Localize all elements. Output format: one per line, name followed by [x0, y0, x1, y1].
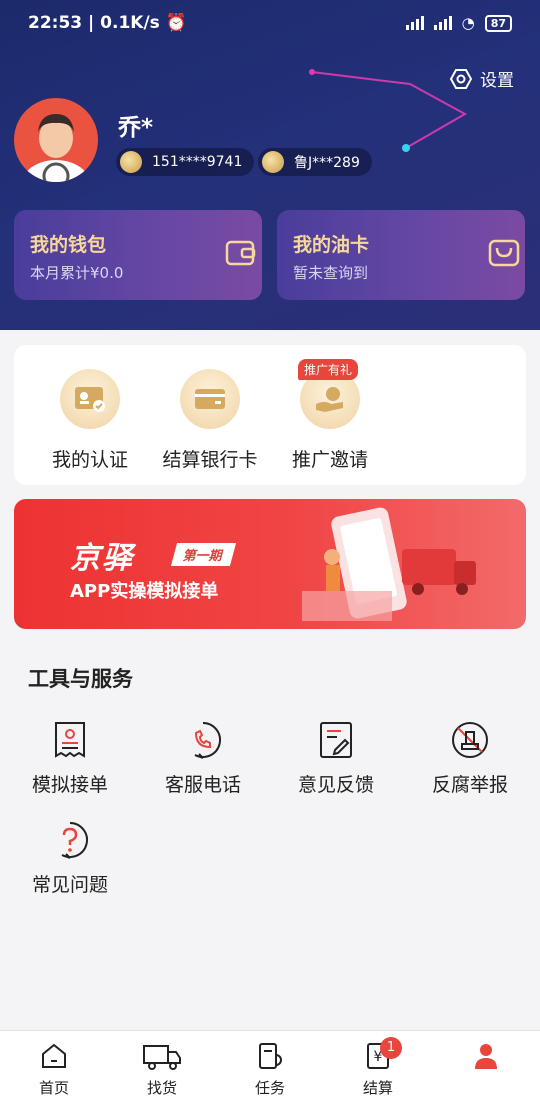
settings-label: 设置	[480, 71, 514, 91]
avatar[interactable]	[14, 98, 98, 182]
faq-label: 常见问题	[31, 874, 108, 896]
tab-profile[interactable]	[432, 1041, 540, 1077]
phone-truck-illustration	[302, 507, 476, 621]
signal-icon	[433, 16, 452, 30]
report-icon	[452, 722, 488, 758]
card-icon	[488, 239, 520, 267]
question-icon	[61, 822, 88, 859]
invite-button[interactable]: 推广邀请	[270, 369, 390, 472]
bank-card-button[interactable]: 结算银行卡	[150, 369, 270, 472]
status-time: 22:53	[28, 13, 83, 33]
banner-subtitle: APP实操模拟接单	[70, 581, 219, 602]
network-speed: 0.1K/s	[100, 13, 160, 33]
tab-settlement[interactable]: ¥ 结算 1	[324, 1037, 432, 1098]
bank-card-label: 结算银行卡	[162, 449, 258, 471]
promo-banner[interactable]: 京驿 第一期 APP实操模拟接单	[14, 499, 526, 629]
customer-service-button[interactable]: 客服电话	[143, 720, 263, 797]
feedback-icon	[320, 722, 352, 758]
id-card-icon	[75, 387, 105, 412]
tab-settlement-label: 结算	[362, 1079, 393, 1097]
faq-button[interactable]: 常见问题	[10, 820, 130, 897]
home-icon	[42, 1043, 66, 1068]
profile-icon	[475, 1044, 497, 1069]
phone-number: 151****9741	[152, 154, 243, 170]
tab-find-goods-label: 找货	[146, 1079, 177, 1097]
simulate-order-label: 模拟接单	[31, 774, 108, 796]
oilcard-subtitle: 暂未查询到	[293, 264, 369, 282]
status-bar: 22:53 | 0.1K/s ⏰ ◔ 87	[0, 0, 540, 46]
feedback-label: 意见反馈	[297, 774, 374, 796]
driver-avatar-icon	[22, 114, 90, 182]
wallet-subtitle: 本月累计¥0.0	[30, 264, 124, 282]
wallet-icon	[225, 240, 256, 266]
settlement-badge: 1	[380, 1037, 402, 1059]
promo-badge: 推广有礼	[298, 359, 359, 380]
wallet-title: 我的钱包	[30, 234, 107, 256]
phone-icon	[120, 151, 142, 173]
tab-home[interactable]: 首页	[0, 1041, 108, 1098]
report-label: 反腐举报	[431, 774, 508, 796]
receipt-icon	[55, 722, 85, 758]
banner-tag: 第一期	[170, 543, 237, 566]
hand-share-icon	[316, 387, 343, 412]
user-name: 乔*	[118, 115, 154, 141]
tab-find-goods[interactable]: 找货	[108, 1041, 216, 1098]
tools-title: 工具与服务	[28, 667, 133, 691]
invite-label: 推广邀请	[291, 449, 368, 471]
alarm-icon: ⏰	[165, 13, 187, 33]
phone-icon	[194, 722, 221, 759]
plate-number: 鲁J***289	[294, 155, 360, 171]
wifi-icon: ◔	[461, 14, 475, 32]
plate-pill: 鲁J***289	[258, 148, 372, 176]
tab-tasks[interactable]: 任务	[216, 1041, 324, 1098]
tab-home-label: 首页	[38, 1079, 69, 1097]
oilcard-title: 我的油卡	[293, 234, 370, 256]
bottom-tabbar: 首页 找货 任务 ¥ 结算 1	[0, 1030, 540, 1108]
customer-service-label: 客服电话	[164, 774, 241, 796]
profile-header: 22:53 | 0.1K/s ⏰ ◔ 87 设置 乔* 151****9741 …	[0, 0, 540, 330]
truck-icon	[143, 1045, 181, 1070]
simulate-order-button[interactable]: 模拟接单	[10, 720, 130, 797]
tab-tasks-label: 任务	[254, 1079, 285, 1097]
battery-icon: 87	[484, 14, 512, 32]
certification-label: 我的认证	[51, 449, 128, 471]
report-button[interactable]: 反腐举报	[410, 720, 530, 797]
quick-actions-panel: 我的认证 结算银行卡 推广邀请	[14, 345, 526, 485]
banner-title: 京驿	[70, 541, 134, 576]
feedback-button[interactable]: 意见反馈	[276, 720, 396, 797]
wallet-card[interactable]: 我的钱包 本月累计¥0.0	[14, 210, 262, 300]
settings-button[interactable]: 设置	[450, 66, 514, 91]
oilcard-card[interactable]: 我的油卡 暂未查询到	[277, 210, 525, 300]
plate-icon	[262, 151, 284, 173]
phone-pill: 151****9741	[116, 148, 255, 176]
task-icon	[259, 1043, 282, 1069]
signal-icon	[405, 16, 424, 30]
bank-card-icon	[195, 389, 225, 409]
gear-icon	[450, 68, 472, 89]
certification-button[interactable]: 我的认证	[30, 369, 150, 472]
